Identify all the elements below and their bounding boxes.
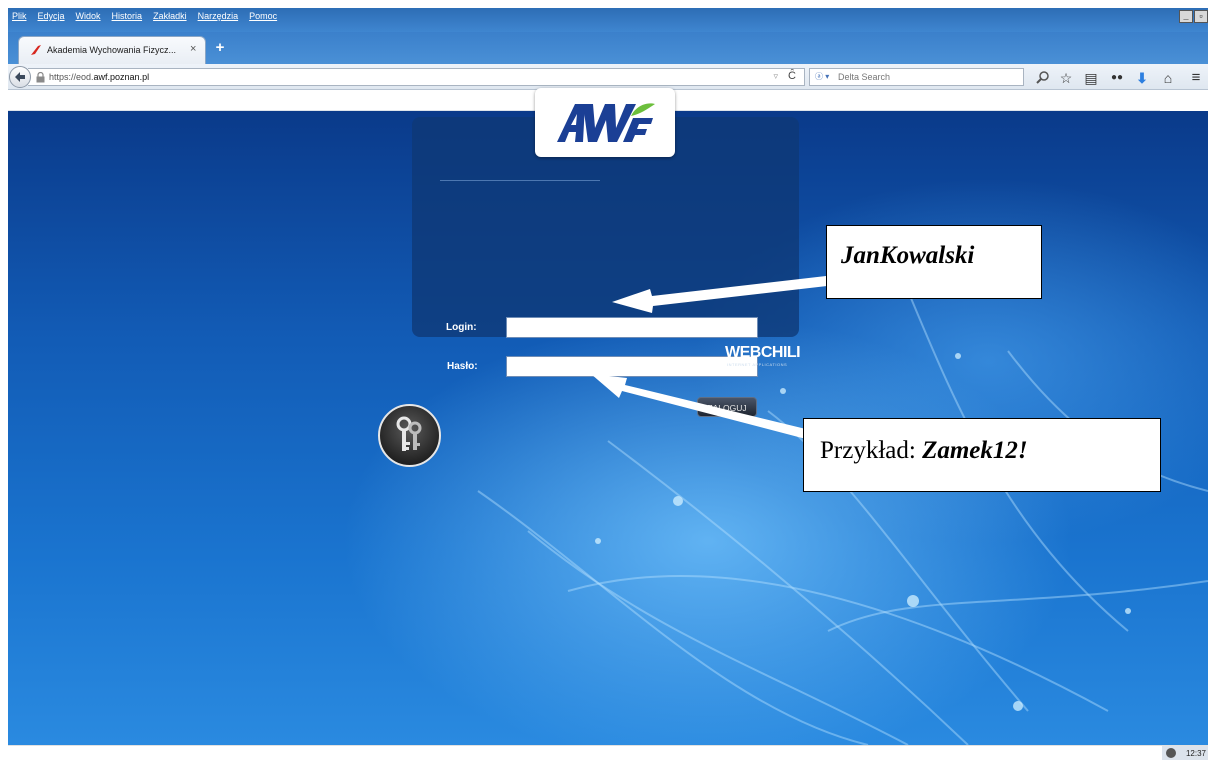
- url-dropdown-icon[interactable]: ▿: [773, 71, 778, 82]
- clock-text: 12:37: [1185, 749, 1206, 758]
- login-input[interactable]: [506, 317, 758, 338]
- password-input[interactable]: [506, 356, 758, 377]
- new-tab-button[interactable]: +: [212, 40, 228, 56]
- screen: Plik Edycja Widok Historia Zakładki Narz…: [0, 0, 1208, 760]
- menu-help[interactable]: Pomoc: [249, 11, 277, 21]
- search-input[interactable]: Delta Search: [838, 72, 890, 82]
- menu-tools[interactable]: Narzędzia: [198, 11, 239, 21]
- minimize-button[interactable]: _: [1179, 10, 1193, 23]
- bookmark-star-icon[interactable]: ☆: [1058, 70, 1074, 86]
- url-bar[interactable]: https://eod.awf.poznan.pl ▿ C̑: [28, 68, 805, 86]
- status-bar: 12:37: [8, 745, 1208, 760]
- restore-button[interactable]: ▫: [1194, 10, 1208, 23]
- back-button[interactable]: [9, 66, 31, 88]
- downloads-icon[interactable]: ⬇: [1134, 70, 1150, 86]
- search-engine-icon[interactable]: ⓐ ▾: [815, 71, 829, 82]
- keys-glyph-icon: [396, 416, 422, 451]
- reading-list-icon[interactable]: ▤: [1083, 70, 1099, 86]
- login-button[interactable]: ZALOGUJ: [697, 397, 757, 417]
- tab-awf[interactable]: Akademia Wychowania Fizycz... ×: [18, 36, 206, 64]
- clock-icon: [1166, 748, 1176, 758]
- menu-view[interactable]: Widok: [76, 11, 101, 21]
- password-label: Hasło:: [447, 361, 478, 372]
- lock-icon: [36, 72, 45, 83]
- menu-edit[interactable]: Edycja: [38, 11, 65, 21]
- menu-bookmarks[interactable]: Zakładki: [153, 11, 187, 21]
- panel-divider: [440, 180, 600, 181]
- password-example-text: Przykład: Zamek12!: [820, 437, 1028, 464]
- awf-favicon-icon: [31, 45, 41, 55]
- keys-icon: [378, 404, 441, 467]
- menu-history[interactable]: Historia: [112, 11, 143, 21]
- tab-title: Akademia Wychowania Fizycz...: [47, 45, 176, 55]
- awf-logo-icon: [557, 103, 655, 142]
- url-text: https://eod.awf.poznan.pl: [49, 72, 150, 82]
- tab-close-icon[interactable]: ×: [190, 43, 196, 55]
- navigation-bar: https://eod.awf.poznan.pl ▿ C̑ ⓐ ▾ Delta…: [8, 64, 1208, 90]
- search-go-icon[interactable]: [1036, 70, 1050, 84]
- taskbar-clock: 12:37: [1162, 746, 1208, 760]
- menu-file[interactable]: Plik: [12, 11, 27, 21]
- menu-bar: Plik Edycja Widok Historia Zakładki Narz…: [8, 8, 1208, 32]
- login-label: Login:: [446, 322, 477, 333]
- pocket-icon[interactable]: ●●: [1109, 70, 1125, 86]
- password-example-callout: Przykład: Zamek12!: [803, 418, 1161, 492]
- webchili-tagline: INTERNET APPLICATIONS: [727, 362, 788, 367]
- login-example-callout: JanKowalski: [826, 225, 1042, 299]
- awf-logo: [535, 88, 675, 157]
- window-controls: _ ▫: [1179, 10, 1208, 23]
- home-icon[interactable]: ⌂: [1160, 70, 1176, 86]
- reload-icon[interactable]: C̑: [788, 70, 796, 82]
- webchili-logo: WEBCHILI: [725, 344, 801, 361]
- tab-strip: Akademia Wychowania Fizycz... × +: [8, 32, 1208, 64]
- login-example-text: JanKowalski: [841, 242, 975, 269]
- search-bar[interactable]: ⓐ ▾ Delta Search: [809, 68, 1024, 86]
- back-arrow-icon: [15, 72, 25, 82]
- menu-hamburger-icon[interactable]: ≡: [1188, 70, 1204, 86]
